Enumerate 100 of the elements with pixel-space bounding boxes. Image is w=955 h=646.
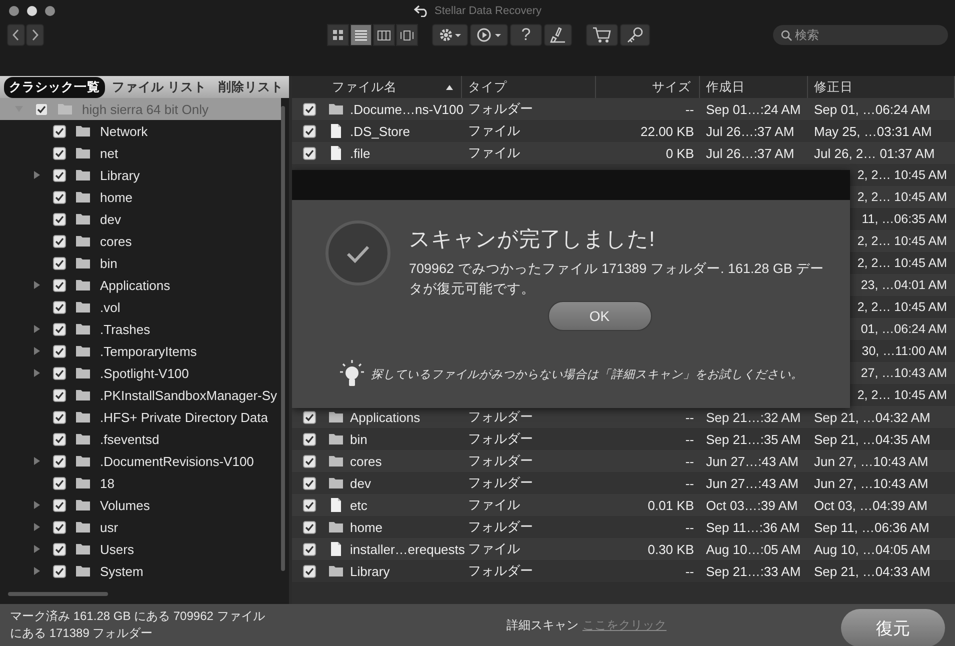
tree-item-label[interactable]: Network: [100, 124, 148, 138]
view-mode-button[interactable]: [373, 24, 395, 46]
tree-item-label[interactable]: .PKInstallSandboxManager-Sy: [100, 388, 278, 402]
cart-button[interactable]: [586, 24, 618, 46]
collapsed-triangle-icon[interactable]: [33, 369, 41, 377]
tree-item-label[interactable]: .vol: [100, 300, 120, 314]
checkbox[interactable]: [35, 102, 48, 116]
tree-item-label[interactable]: Volumes: [100, 498, 150, 512]
tree-item-label[interactable]: .Trashes: [100, 322, 150, 336]
column-header[interactable]: 修正日: [814, 78, 853, 96]
checkbox[interactable]: [53, 432, 66, 446]
checkbox[interactable]: [53, 366, 66, 380]
collapsed-triangle-icon[interactable]: [33, 457, 41, 465]
collapsed-triangle-icon[interactable]: [33, 545, 41, 553]
tree-item-label[interactable]: Applications: [100, 278, 170, 292]
modified-date: Aug 10, …04:05 AM: [814, 542, 930, 556]
tree-item-label[interactable]: net: [100, 146, 118, 160]
checkbox[interactable]: [53, 322, 66, 336]
checkbox[interactable]: [302, 454, 316, 468]
checkbox[interactable]: [53, 564, 66, 578]
checkbox[interactable]: [302, 498, 316, 512]
scrollbar[interactable]: [8, 592, 108, 596]
collapsed-triangle-icon[interactable]: [33, 325, 41, 333]
checkbox[interactable]: [302, 146, 316, 160]
checkbox[interactable]: [53, 124, 66, 138]
tree-item-label[interactable]: cores: [100, 234, 132, 248]
checkbox[interactable]: [53, 256, 66, 270]
folder-icon: [75, 277, 91, 293]
modified-date: May 25, …03:31 AM: [814, 124, 932, 138]
ok-button[interactable]: OK: [548, 301, 652, 331]
tree-item-label[interactable]: .fseventsd: [100, 432, 160, 446]
checkbox[interactable]: [53, 476, 66, 490]
checkbox[interactable]: [53, 278, 66, 292]
collapsed-triangle-icon[interactable]: [33, 347, 41, 355]
brush-button[interactable]: [544, 24, 572, 46]
checkbox[interactable]: [302, 102, 316, 116]
checkbox[interactable]: [302, 432, 316, 446]
file-icon: [328, 145, 344, 161]
key-button[interactable]: [620, 24, 650, 46]
checkbox[interactable]: [302, 520, 316, 534]
checkbox[interactable]: [53, 168, 66, 182]
checkbox[interactable]: [53, 190, 66, 204]
back-button[interactable]: [7, 24, 25, 46]
checkbox[interactable]: [53, 146, 66, 160]
folder-icon: [75, 453, 91, 469]
tree-item-label[interactable]: 18: [100, 476, 114, 490]
tree-item-label[interactable]: .Spotlight-V100: [100, 366, 189, 380]
tree-item-label[interactable]: Library: [100, 168, 140, 182]
checkbox[interactable]: [302, 542, 316, 556]
column-header[interactable]: サイズ: [652, 78, 691, 96]
collapsed-triangle-icon[interactable]: [33, 501, 41, 509]
checkbox[interactable]: [53, 410, 66, 424]
column-header[interactable]: タイプ: [468, 78, 507, 96]
checkbox[interactable]: [53, 234, 66, 248]
collapsed-triangle-icon[interactable]: [33, 567, 41, 575]
tree-item-label[interactable]: usr: [100, 520, 118, 534]
tree-item-label[interactable]: System: [100, 564, 144, 578]
view-mode-button[interactable]: [327, 24, 349, 46]
view-mode-button[interactable]: [350, 24, 372, 46]
window-controls[interactable]: [8, 5, 58, 17]
folder-icon: [75, 145, 91, 161]
tree-item-label[interactable]: .DocumentRevisions-V100: [100, 454, 254, 468]
forward-button[interactable]: [26, 24, 44, 46]
collapsed-triangle-icon[interactable]: [33, 171, 41, 179]
search-field[interactable]: 検索: [773, 25, 948, 45]
view-mode-button[interactable]: [396, 24, 418, 46]
sidebar-tab[interactable]: 削除リスト: [213, 76, 288, 98]
checkbox[interactable]: [53, 300, 66, 314]
checkbox[interactable]: [302, 564, 316, 578]
checkbox[interactable]: [53, 454, 66, 468]
tree-item-label[interactable]: .TemporaryItems: [100, 344, 197, 358]
settings-button[interactable]: [432, 24, 468, 46]
checkbox[interactable]: [53, 388, 66, 402]
help-button[interactable]: ?: [510, 24, 542, 46]
checkbox[interactable]: [53, 542, 66, 556]
column-header[interactable]: ファイル名: [332, 78, 397, 96]
tree-item-label[interactable]: .HFS+ Private Directory Data: [100, 410, 268, 424]
sidebar-tab[interactable]: クラシック一覧: [4, 76, 105, 98]
checkbox[interactable]: [302, 476, 316, 490]
tree-item-label[interactable]: Users: [100, 542, 134, 556]
created-date: Sep 01…:24 AM: [706, 102, 801, 116]
scrollbar[interactable]: [281, 106, 285, 571]
checkbox[interactable]: [302, 124, 316, 138]
tree-item-label[interactable]: home: [100, 190, 133, 204]
tree-item-label[interactable]: dev: [100, 212, 121, 226]
checkbox[interactable]: [53, 344, 66, 358]
file-type: ファイル: [468, 144, 520, 162]
checkbox[interactable]: [53, 520, 66, 534]
checkbox[interactable]: [302, 410, 316, 424]
sidebar-tab[interactable]: ファイル リスト: [107, 76, 212, 98]
column-header[interactable]: 作成日: [706, 78, 745, 96]
dialog-title: スキャンが完了しました!: [409, 227, 656, 253]
collapsed-triangle-icon[interactable]: [33, 523, 41, 531]
history-button[interactable]: [470, 24, 508, 46]
file-name: dev: [350, 476, 371, 490]
collapsed-triangle-icon[interactable]: [33, 281, 41, 289]
tree-item-label[interactable]: bin: [100, 256, 118, 270]
checkbox[interactable]: [53, 212, 66, 226]
recover-button[interactable]: 復元: [841, 609, 945, 646]
checkbox[interactable]: [53, 498, 66, 512]
